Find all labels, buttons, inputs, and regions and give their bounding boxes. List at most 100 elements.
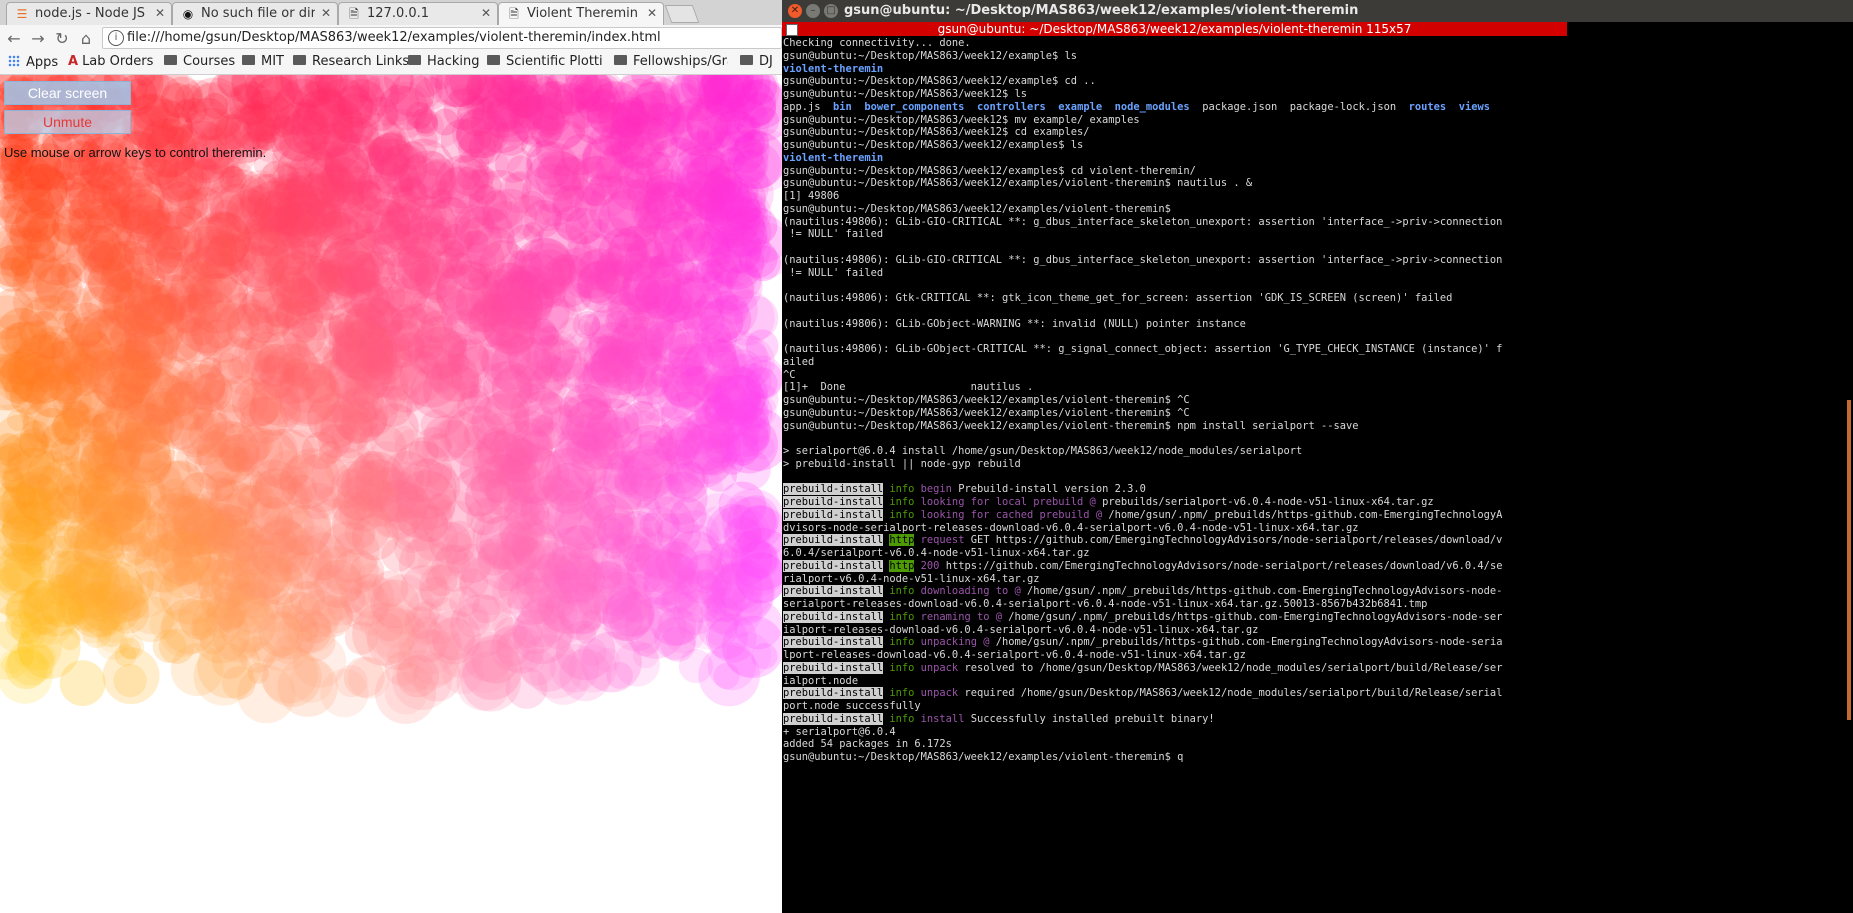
theremin-blob bbox=[206, 236, 238, 267]
folder-icon bbox=[164, 55, 177, 65]
theremin-blob bbox=[373, 253, 432, 312]
terminal-line: gsun@ubuntu:~/Desktop/MAS863/week12/exam… bbox=[783, 203, 1568, 216]
bookmark-folder-courses[interactable]: Courses bbox=[164, 54, 235, 72]
terminal-text: Checking connectivity... done. bbox=[783, 37, 971, 49]
terminal-text: Successfully installed prebuilt binary! bbox=[964, 712, 1215, 725]
bookmark-folder-fellowships[interactable]: Fellowships/Gra bbox=[614, 54, 728, 72]
terminal-tab-icon bbox=[786, 24, 798, 36]
home-icon[interactable]: ⌂ bbox=[76, 29, 96, 49]
tab-strip: ☰ node.js - Node JS Ex ✕ ◉ No such file … bbox=[0, 0, 782, 25]
theremin-blob bbox=[669, 188, 702, 222]
back-arrow-icon[interactable]: ← bbox=[4, 29, 24, 49]
close-icon[interactable]: ✕ bbox=[155, 6, 165, 20]
terminal-line: gsun@ubuntu:~/Desktop/MAS863/week12/exam… bbox=[783, 75, 1568, 88]
terminal-line: gsun@ubuntu:~/Desktop/MAS863/week12/exam… bbox=[783, 394, 1568, 407]
bookmark-folder-dj[interactable]: DJ bbox=[740, 54, 773, 72]
url-text: file:///home/gsun/Desktop/MAS863/week12/… bbox=[127, 30, 661, 45]
theremin-blob bbox=[703, 295, 752, 344]
terminal-text: added 54 packages in 6.172s bbox=[783, 738, 952, 751]
terminal-text: prebuild-install bbox=[783, 585, 884, 598]
terminal-text: ^C bbox=[783, 368, 796, 381]
terminal-text: unpacking @ bbox=[920, 636, 990, 649]
terminal-text: ialport-releases-download-v6.0.4-serialp… bbox=[783, 623, 1259, 636]
terminal-line: prebuild-install info looking for cached… bbox=[783, 508, 1568, 522]
tab-localhost[interactable]: 🗎 127.0.0.1 ✕ bbox=[338, 2, 498, 25]
bookmark-folder-scientific[interactable]: Scientific Plottin bbox=[487, 54, 603, 72]
theremin-blob bbox=[300, 482, 337, 520]
close-icon[interactable]: ✕ bbox=[481, 6, 491, 20]
maximize-window-icon[interactable]: □ bbox=[824, 4, 838, 18]
theremin-blob bbox=[201, 185, 245, 228]
terminal-output[interactable]: Checking connectivity... done. gsun@ubunt… bbox=[783, 37, 1568, 913]
bookmark-lab-orders[interactable]: A Lab Orders bbox=[68, 54, 153, 72]
terminal-text: dvisors-node-serialport-releases-downloa… bbox=[783, 521, 1359, 534]
theremin-blob bbox=[423, 415, 470, 462]
theremin-blob bbox=[160, 478, 192, 511]
folder-icon bbox=[740, 55, 753, 65]
theremin-canvas[interactable] bbox=[0, 75, 782, 913]
theremin-blob bbox=[593, 565, 622, 594]
tab-github[interactable]: ◉ No such file or direc ✕ bbox=[172, 2, 338, 25]
terminal-text: prebuild-install bbox=[783, 636, 884, 649]
terminal-line: (nautilus:49806): Gtk-CRITICAL **: gtk_i… bbox=[783, 292, 1568, 305]
reload-icon[interactable]: ↻ bbox=[52, 29, 72, 49]
theremin-blob bbox=[547, 478, 573, 505]
theremin-blob bbox=[284, 300, 324, 340]
folder-icon bbox=[242, 55, 255, 65]
page-icon: 🗎 bbox=[349, 7, 359, 21]
tab-nodejs[interactable]: ☰ node.js - Node JS Ex ✕ bbox=[6, 2, 172, 25]
terminal-text: 200 bbox=[920, 559, 940, 572]
terminal-scrollbar[interactable] bbox=[1847, 400, 1851, 720]
terminal-text: info bbox=[889, 687, 915, 700]
new-tab-button[interactable] bbox=[664, 5, 700, 23]
terminal-text: prebuild-install bbox=[783, 534, 884, 547]
terminal-line: Checking connectivity... done. bbox=[783, 37, 1568, 50]
info-icon[interactable]: i bbox=[108, 30, 124, 46]
theremin-blob bbox=[721, 168, 774, 221]
terminal-line: prebuild-install http request GET https:… bbox=[783, 534, 1568, 547]
theremin-blob bbox=[262, 647, 322, 707]
terminal-line: gsun@ubuntu:~/Desktop/MAS863/week12$ ls bbox=[783, 88, 1568, 101]
theremin-blob bbox=[200, 552, 250, 602]
theremin-blob bbox=[358, 610, 384, 636]
theremin-blob bbox=[660, 626, 696, 662]
terminal-line: != NULL' failed bbox=[783, 267, 1568, 280]
terminal-text: prebuild-install bbox=[783, 483, 884, 496]
unmute-button[interactable]: Unmute bbox=[4, 110, 131, 134]
terminal-text: gsun@ubuntu:~/Desktop/MAS863/week12/exam… bbox=[783, 751, 1184, 763]
forward-arrow-icon[interactable]: → bbox=[28, 29, 48, 49]
terminal-line: gsun@ubuntu:~/Desktop/MAS863/week12/exam… bbox=[783, 420, 1568, 433]
bookmark-apps[interactable]: Apps bbox=[8, 54, 58, 72]
bookmark-label: MIT bbox=[261, 54, 284, 69]
bookmark-folder-mit[interactable]: MIT bbox=[242, 54, 284, 72]
address-bar[interactable]: i file:///home/gsun/Desktop/MAS863/week1… bbox=[102, 27, 782, 49]
theremin-blob bbox=[106, 370, 129, 393]
close-icon[interactable]: ✕ bbox=[647, 6, 657, 20]
theremin-blob bbox=[530, 114, 562, 147]
theremin-blob bbox=[471, 595, 501, 624]
terminal-text: looking for cached prebuild @ bbox=[920, 508, 1103, 521]
terminal-text: ialport.node bbox=[783, 674, 859, 687]
minimize-window-icon[interactable]: – bbox=[806, 4, 820, 18]
terminal-tab[interactable]: gsun@ubuntu: ~/Desktop/MAS863/week12/exa… bbox=[782, 22, 1567, 36]
terminal-text: (nautilus:49806): GLib-GIO-CRITICAL **: … bbox=[783, 253, 1503, 266]
tab-violent-theremin[interactable]: 🗎 Violent Theremin ✕ bbox=[498, 2, 664, 25]
theremin-blob bbox=[698, 644, 760, 707]
theremin-blob bbox=[665, 458, 706, 499]
bookmark-folder-hacking[interactable]: Hacking bbox=[408, 54, 480, 72]
bookmark-folder-research[interactable]: Research Links bbox=[293, 54, 409, 72]
close-window-icon[interactable]: ✕ bbox=[788, 4, 802, 18]
terminal-line: ailed bbox=[783, 356, 1568, 369]
terminal-text: gsun@ubuntu:~/Desktop/MAS863/week12/exam… bbox=[783, 75, 1096, 88]
theremin-blob bbox=[380, 209, 411, 241]
close-icon[interactable]: ✕ bbox=[321, 6, 331, 20]
theremin-blob bbox=[7, 432, 63, 488]
terminal-text: violent-theremin bbox=[783, 151, 884, 164]
clear-screen-button[interactable]: Clear screen bbox=[4, 81, 131, 105]
terminal-text: GET https://github.com/EmergingTechnolog… bbox=[964, 534, 1503, 547]
bookmark-label: Research Links bbox=[312, 54, 410, 69]
